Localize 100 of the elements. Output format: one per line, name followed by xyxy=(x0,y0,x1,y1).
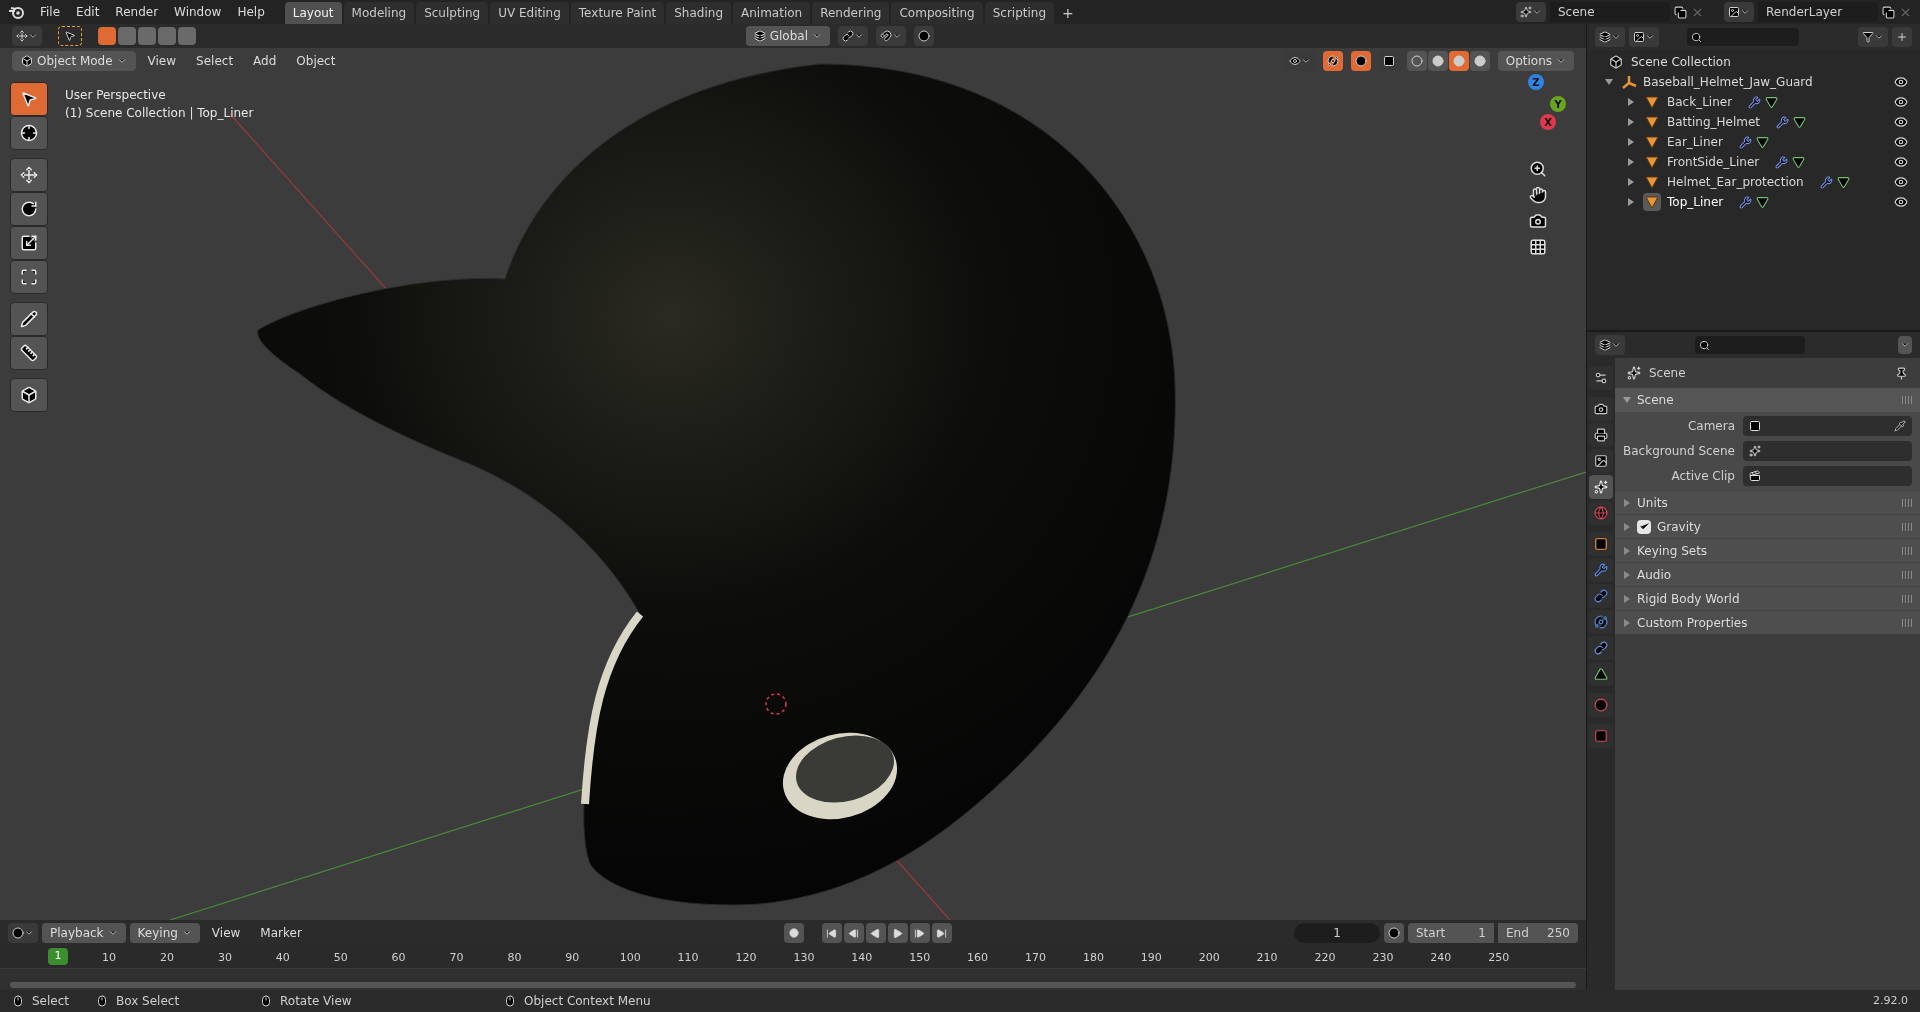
workspace-tab[interactable]: Compositing xyxy=(891,2,983,24)
particles-tab[interactable] xyxy=(1589,584,1613,608)
wrench-icon[interactable] xyxy=(1819,175,1833,189)
object-name[interactable]: Batting_Helmet xyxy=(1667,113,1761,131)
outliner-row[interactable]: Baseball_Helmet_Jaw_Guard xyxy=(1587,72,1920,92)
timeline-ruler[interactable]: 1 10 20 30 40 50 60 70 80 90 100 110 120 130 140 150 160 170 180 190 200 210 220 230 240 250 xyxy=(0,946,1586,968)
render-tab[interactable] xyxy=(1589,397,1613,421)
expanded-arrow-icon[interactable] xyxy=(1623,396,1631,404)
record-button[interactable] xyxy=(783,923,804,943)
constraints-tab[interactable] xyxy=(1589,636,1613,660)
camera-icon[interactable] xyxy=(1529,212,1547,230)
view-layer-browse-button[interactable] xyxy=(1724,2,1754,22)
options-dropdown[interactable]: Options xyxy=(1497,51,1574,71)
visibility-icon[interactable] xyxy=(1894,135,1908,149)
cursor-tool[interactable] xyxy=(10,116,48,150)
panel-header[interactable]: Units xyxy=(1615,490,1920,514)
measure-tool[interactable] xyxy=(10,336,48,370)
mesh-data-tab[interactable] xyxy=(1589,662,1613,686)
object-tab[interactable] xyxy=(1589,532,1613,556)
rotate-tool[interactable] xyxy=(10,192,48,226)
collapsed-arrow-icon[interactable] xyxy=(1627,138,1635,146)
outliner-row[interactable]: Top_Liner xyxy=(1587,192,1920,212)
axis-gizmo-label[interactable]: X xyxy=(1540,114,1556,130)
workspace-tab[interactable]: Animation xyxy=(733,2,811,24)
modifiers-tab[interactable] xyxy=(1589,558,1613,582)
scene-browse-button[interactable] xyxy=(1516,2,1546,22)
copy-icon[interactable] xyxy=(1882,5,1895,19)
playback-control-button[interactable] xyxy=(931,923,952,943)
checkbox[interactable] xyxy=(1637,519,1651,534)
menu-item[interactable]: Edit xyxy=(68,3,108,21)
active-tool-button[interactable] xyxy=(58,26,82,46)
output-tab[interactable] xyxy=(1589,423,1613,447)
search-field[interactable] xyxy=(1687,28,1799,46)
current-frame-marker[interactable]: 1 xyxy=(48,948,68,965)
expanded-arrow-icon[interactable] xyxy=(1605,78,1613,86)
editor-type-button[interactable] xyxy=(12,26,42,46)
viewport-menu-item[interactable]: Add xyxy=(245,52,285,70)
wrench-icon[interactable] xyxy=(1748,95,1762,109)
visibility-icon[interactable] xyxy=(1894,195,1908,209)
options-button[interactable] xyxy=(1898,336,1912,354)
object-field[interactable] xyxy=(1743,441,1912,461)
outliner-row[interactable]: Ear_Liner xyxy=(1587,132,1920,152)
viewport-menu-item[interactable]: View xyxy=(139,52,185,70)
workspace-tab[interactable]: Rendering xyxy=(812,2,890,24)
menu-item[interactable]: Render xyxy=(107,3,167,21)
filter-button[interactable] xyxy=(1858,27,1888,47)
add-cube-tool[interactable] xyxy=(10,378,48,412)
outliner-row[interactable]: FrontSide_Liner xyxy=(1587,152,1920,172)
axis-gizmo-label[interactable]: Z xyxy=(1528,74,1544,90)
eyedropper-icon[interactable] xyxy=(1894,420,1906,432)
triangle-icon[interactable] xyxy=(1756,195,1770,209)
copy-icon[interactable] xyxy=(1674,5,1687,19)
world-tab[interactable] xyxy=(1589,501,1613,525)
panel-header[interactable]: Custom Properties xyxy=(1615,610,1920,634)
solid-shading-button[interactable] xyxy=(1428,51,1448,71)
playback-control-button[interactable] xyxy=(821,923,842,943)
object-field[interactable] xyxy=(1743,416,1912,436)
app-logo-icon[interactable] xyxy=(8,5,24,19)
collapsed-arrow-icon[interactable] xyxy=(1627,98,1635,106)
panel-header[interactable]: Gravity xyxy=(1615,514,1920,538)
workspace-tab[interactable]: UV Editing xyxy=(490,2,569,24)
new-collection-button[interactable] xyxy=(1892,27,1912,47)
tool-tab[interactable] xyxy=(1589,366,1613,390)
triangle-icon[interactable] xyxy=(1792,155,1806,169)
object-name[interactable]: Baseball_Helmet_Jaw_Guard xyxy=(1643,73,1813,91)
scale-tool[interactable] xyxy=(10,226,48,260)
outliner-row[interactable]: Batting_Helmet xyxy=(1587,112,1920,132)
collapsed-arrow-icon[interactable] xyxy=(1627,198,1635,206)
axis-gizmo-label[interactable]: Y xyxy=(1550,96,1566,112)
workspace-tab[interactable]: Shading xyxy=(666,2,731,24)
triangle-icon[interactable] xyxy=(1836,175,1850,189)
keying-dropdown[interactable]: Keying xyxy=(129,923,200,943)
workspace-tab[interactable]: Layout xyxy=(284,2,342,24)
material-shading-button[interactable] xyxy=(1449,51,1469,71)
view-layer-name-field[interactable]: RenderLayer xyxy=(1758,2,1878,22)
end-frame-field[interactable]: End 250 xyxy=(1498,923,1578,943)
panel-header[interactable]: Scene xyxy=(1615,388,1920,412)
menu-item[interactable]: Window xyxy=(166,3,230,21)
move-tool[interactable] xyxy=(10,158,48,192)
pin-icon[interactable] xyxy=(1895,366,1908,380)
visibility-icon[interactable] xyxy=(1894,155,1908,169)
material-tab[interactable] xyxy=(1589,693,1613,717)
menu-item[interactable]: Help xyxy=(229,3,273,21)
workspace-tab[interactable]: Modeling xyxy=(343,2,415,24)
triangle-icon[interactable] xyxy=(1755,135,1769,149)
hand-icon[interactable] xyxy=(1529,186,1547,204)
viewport-menu-item[interactable]: Object xyxy=(288,52,344,70)
collapsed-arrow-icon[interactable] xyxy=(1627,158,1635,166)
mode-dropdown[interactable]: Object Mode xyxy=(12,51,136,71)
wrench-icon[interactable] xyxy=(1738,135,1752,149)
panel-header[interactable]: Audio xyxy=(1615,562,1920,586)
proportional-edit-button[interactable] xyxy=(914,26,934,46)
visibility-icon[interactable] xyxy=(1894,175,1908,189)
workspace-tab[interactable]: Sculpting xyxy=(416,2,489,24)
playback-control-button[interactable] xyxy=(865,923,886,943)
scene-collection-label[interactable]: Scene Collection xyxy=(1631,53,1731,71)
timeline-menu-item[interactable]: View xyxy=(203,924,249,942)
object-name[interactable]: Helmet_Ear_protection xyxy=(1667,173,1804,191)
playback-control-button[interactable] xyxy=(909,923,930,943)
annotate-tool[interactable] xyxy=(10,302,48,336)
